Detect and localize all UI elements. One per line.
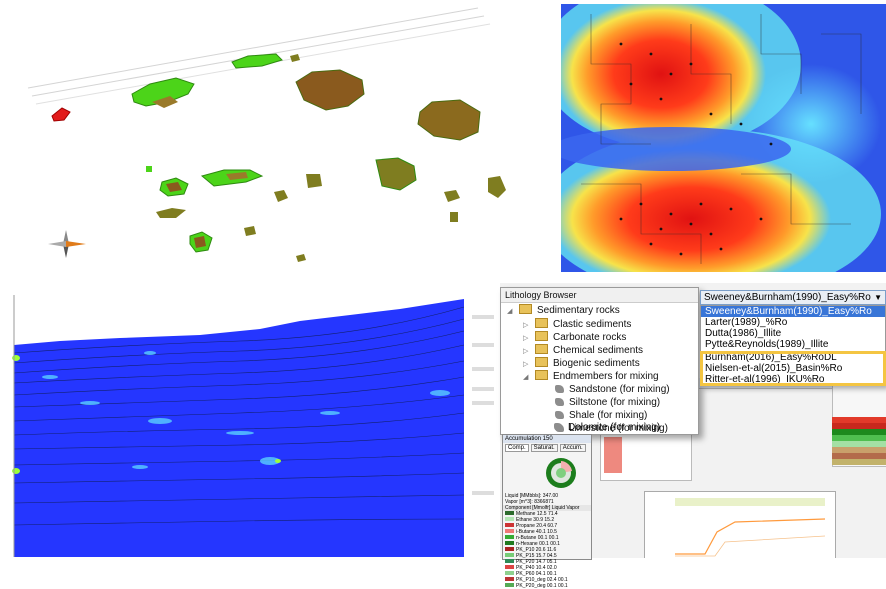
component-value: 00.1 00.1 (546, 583, 568, 589)
tree-item-biogenic[interactable]: ▷ Biogenic sediments (523, 357, 640, 370)
kinetics-option[interactable]: Pytte&Reynolds(1989)_Illite (701, 339, 885, 350)
3d-map-canvas (27, 7, 506, 262)
tab-accum[interactable]: Accum. (559, 444, 586, 452)
kinetics-option[interactable]: Burnham(2016)_Easy%RoDL (701, 352, 885, 363)
color-swatch (505, 553, 514, 557)
color-swatch (505, 577, 514, 581)
folder-icon (535, 344, 548, 354)
rock-icon (554, 423, 563, 431)
accumulation-title: Accumulation 150 (503, 435, 591, 443)
kinetics-option[interactable]: Nielsen-et-al(2015)_Basin%Ro (701, 363, 885, 374)
tree-item-chemical[interactable]: ▷ Chemical sediments (523, 344, 643, 357)
tree-item-carbonate[interactable]: ▷ Carbonate rocks (523, 331, 626, 344)
rock-icon (555, 385, 564, 393)
kinetics-options-list[interactable]: Sweeney&Burnham(1990)_Easy%Ro Larter(198… (700, 305, 886, 386)
seismic-canvas (12, 295, 494, 557)
tree-root-label: Sedimentary rocks (537, 305, 620, 316)
color-swatch (505, 517, 514, 521)
kinetics-option[interactable]: Larter(1989)_%Ro (701, 317, 885, 328)
color-swatch (505, 583, 514, 587)
kinetics-dropdown[interactable]: Sweeney&Burnham(1990)_Easy%Ro ▼ Sweeney&… (700, 290, 886, 386)
tree-item-siltstone[interactable]: Siltstone (for mixing) (555, 396, 660, 409)
heatmap-canvas (561, 4, 886, 272)
tree-item-label: Siltstone (for mixing) (569, 397, 661, 408)
folder-icon (535, 331, 548, 341)
highlighted-options-group: Burnham(2016)_Easy%RoDL Nielsen-et-al(20… (700, 351, 886, 386)
lithology-browser[interactable]: Lithology Browser ◢ Sedimentary rocks ▷ Cl… (500, 287, 699, 435)
color-swatch (505, 541, 514, 545)
lithology-browser-title: Lithology Browser (501, 288, 698, 303)
tree-item-clastic[interactable]: ▷ Clastic sediments (523, 318, 631, 331)
heatmap-view[interactable] (561, 4, 886, 272)
color-swatch (505, 565, 514, 569)
color-swatch (505, 559, 514, 563)
color-legend (832, 417, 886, 467)
tree-item-label: Biogenic sediments (553, 358, 640, 369)
tab-comp[interactable]: Comp. (505, 444, 529, 452)
tree-item-label: Endmembers for mixing (553, 371, 659, 382)
collapse-arrow-icon[interactable]: ◢ (507, 305, 515, 318)
kinetics-option[interactable]: Dutta(1986)_Illite (701, 328, 885, 339)
kinetics-selected-value: Sweeney&Burnham(1990)_Easy%Ro (704, 292, 871, 303)
component-name: PK_P20_deg (516, 583, 547, 589)
chevron-down-icon[interactable]: ▼ (874, 291, 882, 304)
folder-icon (519, 304, 532, 314)
seismic-section-view[interactable] (0, 283, 500, 558)
color-swatch (505, 529, 514, 533)
color-swatch (505, 523, 514, 527)
color-swatch (505, 511, 514, 515)
tree-item-sandstone[interactable]: Sandstone (for mixing) (555, 383, 670, 396)
tree-item-label: Clastic sediments (553, 319, 632, 330)
color-swatch (505, 547, 514, 551)
rock-icon (555, 398, 564, 406)
folder-icon (535, 318, 548, 328)
tree-item-dolomite[interactable]: Dolomite (for mixing) (554, 421, 660, 434)
kinetics-option[interactable]: Sweeney&Burnham(1990)_Easy%Ro (701, 306, 885, 317)
tree-item-label: Carbonate rocks (553, 332, 627, 343)
tab-saturation[interactable]: Saturat. (530, 444, 558, 452)
tree-item-label: Dolomite (for mixing) (568, 422, 661, 433)
rock-icon (555, 411, 564, 419)
collapse-arrow-icon[interactable]: ◢ (523, 371, 531, 384)
component-list: Methane 12.5 71.4 Ethane 30.9 15.2 Propane… (503, 511, 591, 589)
burial-chart (644, 491, 836, 558)
kinetics-option[interactable]: Ritter-et-al(1996)_IKU%Ro (701, 374, 885, 385)
accumulation-panel[interactable]: Accumulation 150 Comp. Saturat. Accum. L… (502, 434, 592, 589)
folder-icon (535, 357, 548, 367)
3d-map-view[interactable] (0, 0, 548, 272)
color-swatch (505, 535, 514, 539)
component-row: PK_P20_deg 00.1 00.1 (503, 583, 591, 589)
donut-chart (503, 453, 591, 493)
folder-icon (535, 370, 548, 380)
tree-item-endmembers[interactable]: ◢ Endmembers for mixing (523, 370, 659, 383)
tree-item-label: Shale (for mixing) (569, 410, 648, 421)
red-table-overlay (600, 433, 690, 479)
tree-item-label: Chemical sediments (553, 345, 644, 356)
tree-item-label: Sandstone (for mixing) (569, 384, 670, 395)
compass-icon (48, 230, 86, 258)
color-swatch (505, 571, 514, 575)
tree-root[interactable]: ◢ Sedimentary rocks (507, 304, 620, 317)
kinetics-select[interactable]: Sweeney&Burnham(1990)_Easy%Ro ▼ (700, 290, 886, 305)
